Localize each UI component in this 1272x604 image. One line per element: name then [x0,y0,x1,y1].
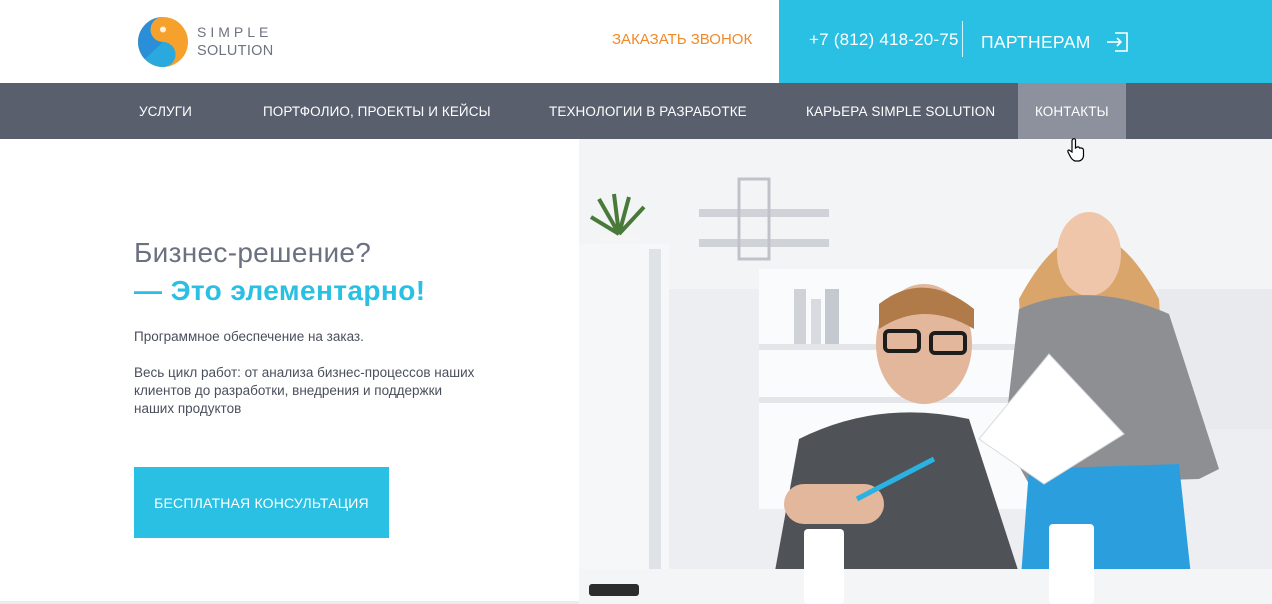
hero-content: Бизнес-решение? — Это элементарно! Прогр… [0,139,579,604]
logo[interactable]: SIMPLE SOLUTION [137,15,282,69]
hero-title-line1: Бизнес-решение? [134,237,372,268]
office-team-photo [579,139,1272,604]
phone-number[interactable]: +7 (812) 418-20-75 [809,30,959,50]
order-call-link[interactable]: ЗАКАЗАТЬ ЗВОНОК [612,31,752,48]
main-nav: УСЛУГИ ПОРТФОЛИО, ПРОЕКТЫ И КЕЙСЫ ТЕХНОЛ… [0,83,1272,139]
partners-label: ПАРТНЕРАМ [981,31,1091,52]
partners-link[interactable]: ПАРТНЕРАМ [981,29,1131,55]
hero-description: Весь цикл работ: от анализа бизнес-проце… [134,365,475,416]
header-divider [962,21,963,57]
contact-box: +7 (812) 418-20-75 ПАРТНЕРАМ [779,0,1272,83]
nav-item-contacts[interactable]: КОНТАКТЫ [1018,83,1126,139]
simple-solution-logo-icon [138,17,188,67]
hero-subtitle: Программное обеспечение на заказ. [134,329,364,344]
nav-item-services[interactable]: УСЛУГИ [139,83,192,139]
login-arrow-icon [1106,32,1128,52]
free-consultation-button[interactable]: БЕСПЛАТНАЯ КОНСУЛЬТАЦИЯ [134,467,389,538]
logo-text: SIMPLE SOLUTION [197,25,274,59]
nav-item-technologies[interactable]: ТЕХНОЛОГИИ В РАЗРАБОТКЕ [549,83,747,139]
nav-item-career[interactable]: КАРЬЕРА SIMPLE SOLUTION [806,83,995,139]
site-header: SIMPLE SOLUTION ЗАКАЗАТЬ ЗВОНОК +7 (812)… [0,0,1272,83]
hero-photo-illustration [579,139,1272,604]
logo-line2: SOLUTION [197,43,274,60]
hand-cursor-icon [1067,138,1085,162]
logo-line1: SIMPLE [197,24,273,41]
nav-item-portfolio[interactable]: ПОРТФОЛИО, ПРОЕКТЫ И КЕЙСЫ [263,83,491,139]
hero-title-line2: — Это элементарно! [134,275,426,306]
